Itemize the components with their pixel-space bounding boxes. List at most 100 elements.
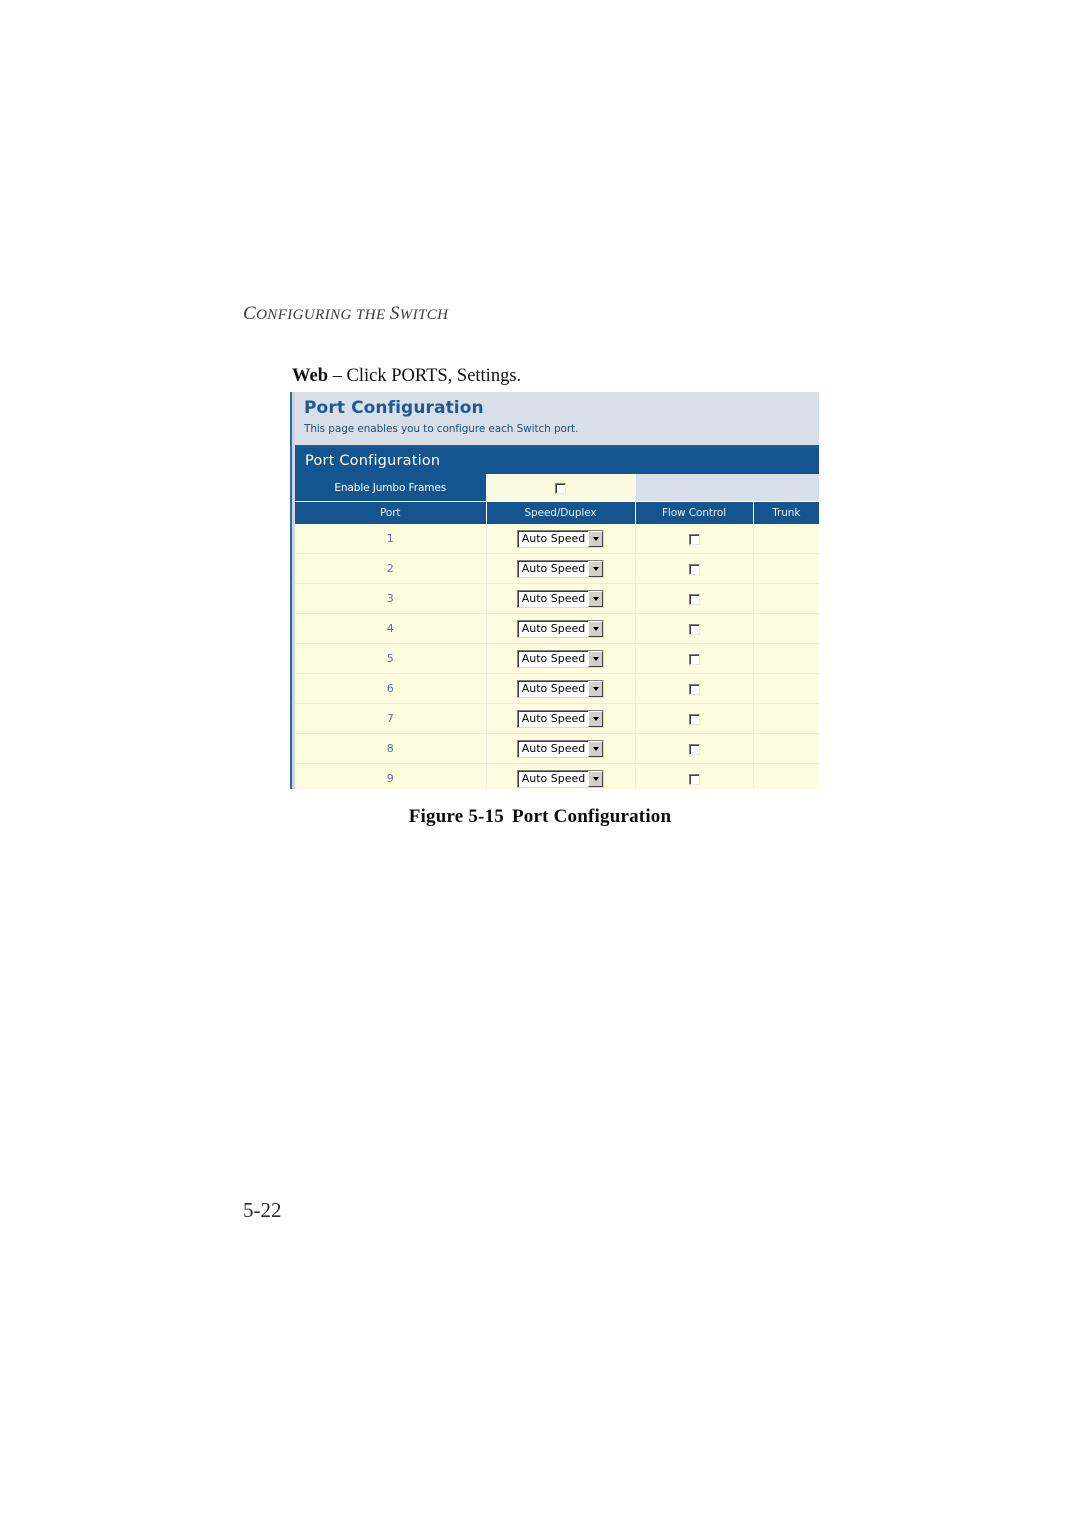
flow-control-checkbox[interactable] xyxy=(688,624,700,635)
speed-duplex-select-value: Auto Speed xyxy=(521,742,586,756)
jumbo-frames-checkbox[interactable] xyxy=(555,483,566,494)
speed-duplex-select[interactable]: Auto Speed xyxy=(516,560,605,579)
figure-caption-title: Port Configuration xyxy=(511,806,672,827)
port-configuration-table: Port Configuration Enable Jumbo Frames P… xyxy=(295,448,819,789)
chevron-down-icon[interactable] xyxy=(588,591,604,608)
table-row: 1 Auto Speed xyxy=(295,524,819,554)
figure-caption-number: Figure 5-15 xyxy=(408,806,504,827)
page-description: This page enables you to configure each … xyxy=(304,422,579,435)
table-title: Port Configuration xyxy=(295,448,819,474)
flow-control-cell xyxy=(635,613,754,644)
table-row: 3 Auto Speed xyxy=(295,583,819,614)
chevron-down-icon[interactable] xyxy=(588,621,604,638)
page-header-band: Port Configuration This page enables you… xyxy=(295,392,819,448)
flow-control-checkbox[interactable] xyxy=(688,684,700,695)
speed-duplex-select[interactable]: Auto Speed xyxy=(516,530,605,549)
trunk-cell xyxy=(753,553,819,584)
table-header-row: Port Speed/Duplex Flow Control Trunk xyxy=(295,501,819,524)
flow-control-checkbox[interactable] xyxy=(688,564,700,575)
page-title: Port Configuration xyxy=(304,398,484,418)
port-number-cell: 4 xyxy=(295,613,487,644)
table-row: 9 Auto Speed xyxy=(295,763,819,789)
trunk-cell xyxy=(753,703,819,734)
speed-duplex-cell: Auto Speed xyxy=(486,703,636,734)
table-row: 6 Auto Speed xyxy=(295,673,819,704)
port-rows-body: 1 Auto Speed 2 Auto Speed 3 Auto Speed 4 Auto S… xyxy=(295,524,819,789)
trunk-cell xyxy=(753,583,819,614)
flow-control-checkbox[interactable] xyxy=(688,714,700,725)
running-head-word1-first: C xyxy=(243,303,257,324)
column-header-trunk: Trunk xyxy=(753,501,819,524)
speed-duplex-cell: Auto Speed xyxy=(486,524,636,554)
flow-control-checkbox[interactable] xyxy=(688,654,700,665)
speed-duplex-cell: Auto Speed xyxy=(486,733,636,764)
speed-duplex-cell: Auto Speed xyxy=(486,763,636,789)
speed-duplex-cell: Auto Speed xyxy=(486,613,636,644)
flow-control-checkbox[interactable] xyxy=(688,534,700,545)
lead-in-line: Web – Click PORTS, Settings. xyxy=(292,366,521,387)
speed-duplex-select-value: Auto Speed xyxy=(521,532,586,546)
port-number-cell: 5 xyxy=(295,643,487,674)
flow-control-checkbox[interactable] xyxy=(688,744,700,755)
page-number: 5-22 xyxy=(243,1198,282,1222)
figure-caption: Figure 5-15 Port Configuration xyxy=(0,806,1080,828)
speed-duplex-select[interactable]: Auto Speed xyxy=(516,710,605,729)
trunk-cell xyxy=(753,613,819,644)
running-head-word1-rest: ONFIGURING xyxy=(256,307,352,323)
port-number-cell: 1 xyxy=(295,524,487,554)
speed-duplex-cell: Auto Speed xyxy=(486,583,636,614)
speed-duplex-select-value: Auto Speed xyxy=(521,592,586,606)
table-row: 2 Auto Speed xyxy=(295,553,819,584)
chevron-down-icon[interactable] xyxy=(588,561,604,578)
lead-in-bold: Web xyxy=(292,366,328,386)
flow-control-cell xyxy=(635,524,754,554)
port-number-cell: 3 xyxy=(295,583,487,614)
running-head-word3-rest: WITCH xyxy=(399,307,449,323)
running-head-word2: THE xyxy=(356,307,386,323)
speed-duplex-cell: Auto Speed xyxy=(486,553,636,584)
chevron-down-icon[interactable] xyxy=(588,711,604,728)
speed-duplex-select[interactable]: Auto Speed xyxy=(516,620,605,639)
chevron-down-icon[interactable] xyxy=(588,741,604,758)
port-number-cell: 8 xyxy=(295,733,487,764)
flow-control-cell xyxy=(635,553,754,584)
table-row: 5 Auto Speed xyxy=(295,643,819,674)
speed-duplex-select[interactable]: Auto Speed xyxy=(516,770,605,789)
jumbo-frames-empty-cell xyxy=(635,474,819,502)
table-row: 8 Auto Speed xyxy=(295,733,819,764)
column-header-flow-control: Flow Control xyxy=(635,501,754,524)
flow-control-cell xyxy=(635,643,754,674)
speed-duplex-select[interactable]: Auto Speed xyxy=(516,740,605,759)
web-ui-panel: Port Configuration This page enables you… xyxy=(295,392,819,789)
table-row: 7 Auto Speed xyxy=(295,703,819,734)
jumbo-frames-label: Enable Jumbo Frames xyxy=(295,474,487,502)
chevron-down-icon[interactable] xyxy=(588,651,604,668)
flow-control-cell xyxy=(635,583,754,614)
speed-duplex-select[interactable]: Auto Speed xyxy=(516,650,605,669)
port-number-cell: 7 xyxy=(295,703,487,734)
speed-duplex-select-value: Auto Speed xyxy=(521,622,586,636)
chevron-down-icon[interactable] xyxy=(588,531,604,548)
jumbo-frames-row: Enable Jumbo Frames xyxy=(295,474,819,502)
speed-duplex-select-value: Auto Speed xyxy=(521,712,586,726)
flow-control-checkbox[interactable] xyxy=(688,774,700,785)
flow-control-cell xyxy=(635,703,754,734)
speed-duplex-select-value: Auto Speed xyxy=(521,652,586,666)
speed-duplex-select-value: Auto Speed xyxy=(521,562,586,576)
chevron-down-icon[interactable] xyxy=(588,681,604,698)
speed-duplex-select[interactable]: Auto Speed xyxy=(516,590,605,609)
speed-duplex-cell: Auto Speed xyxy=(486,643,636,674)
speed-duplex-select[interactable]: Auto Speed xyxy=(516,680,605,699)
column-header-speed-duplex: Speed/Duplex xyxy=(486,501,636,524)
port-number-cell: 6 xyxy=(295,673,487,704)
jumbo-frames-cell xyxy=(486,474,636,502)
flow-control-checkbox[interactable] xyxy=(688,594,700,605)
chevron-down-icon[interactable] xyxy=(588,771,604,788)
flow-control-cell xyxy=(635,673,754,704)
running-head-word3-first: S xyxy=(389,303,400,324)
speed-duplex-select-value: Auto Speed xyxy=(521,772,586,786)
trunk-cell xyxy=(753,673,819,704)
running-head: CONFIGURING THE SWITCH xyxy=(243,303,448,325)
port-number-cell: 9 xyxy=(295,763,487,789)
flow-control-cell xyxy=(635,733,754,764)
